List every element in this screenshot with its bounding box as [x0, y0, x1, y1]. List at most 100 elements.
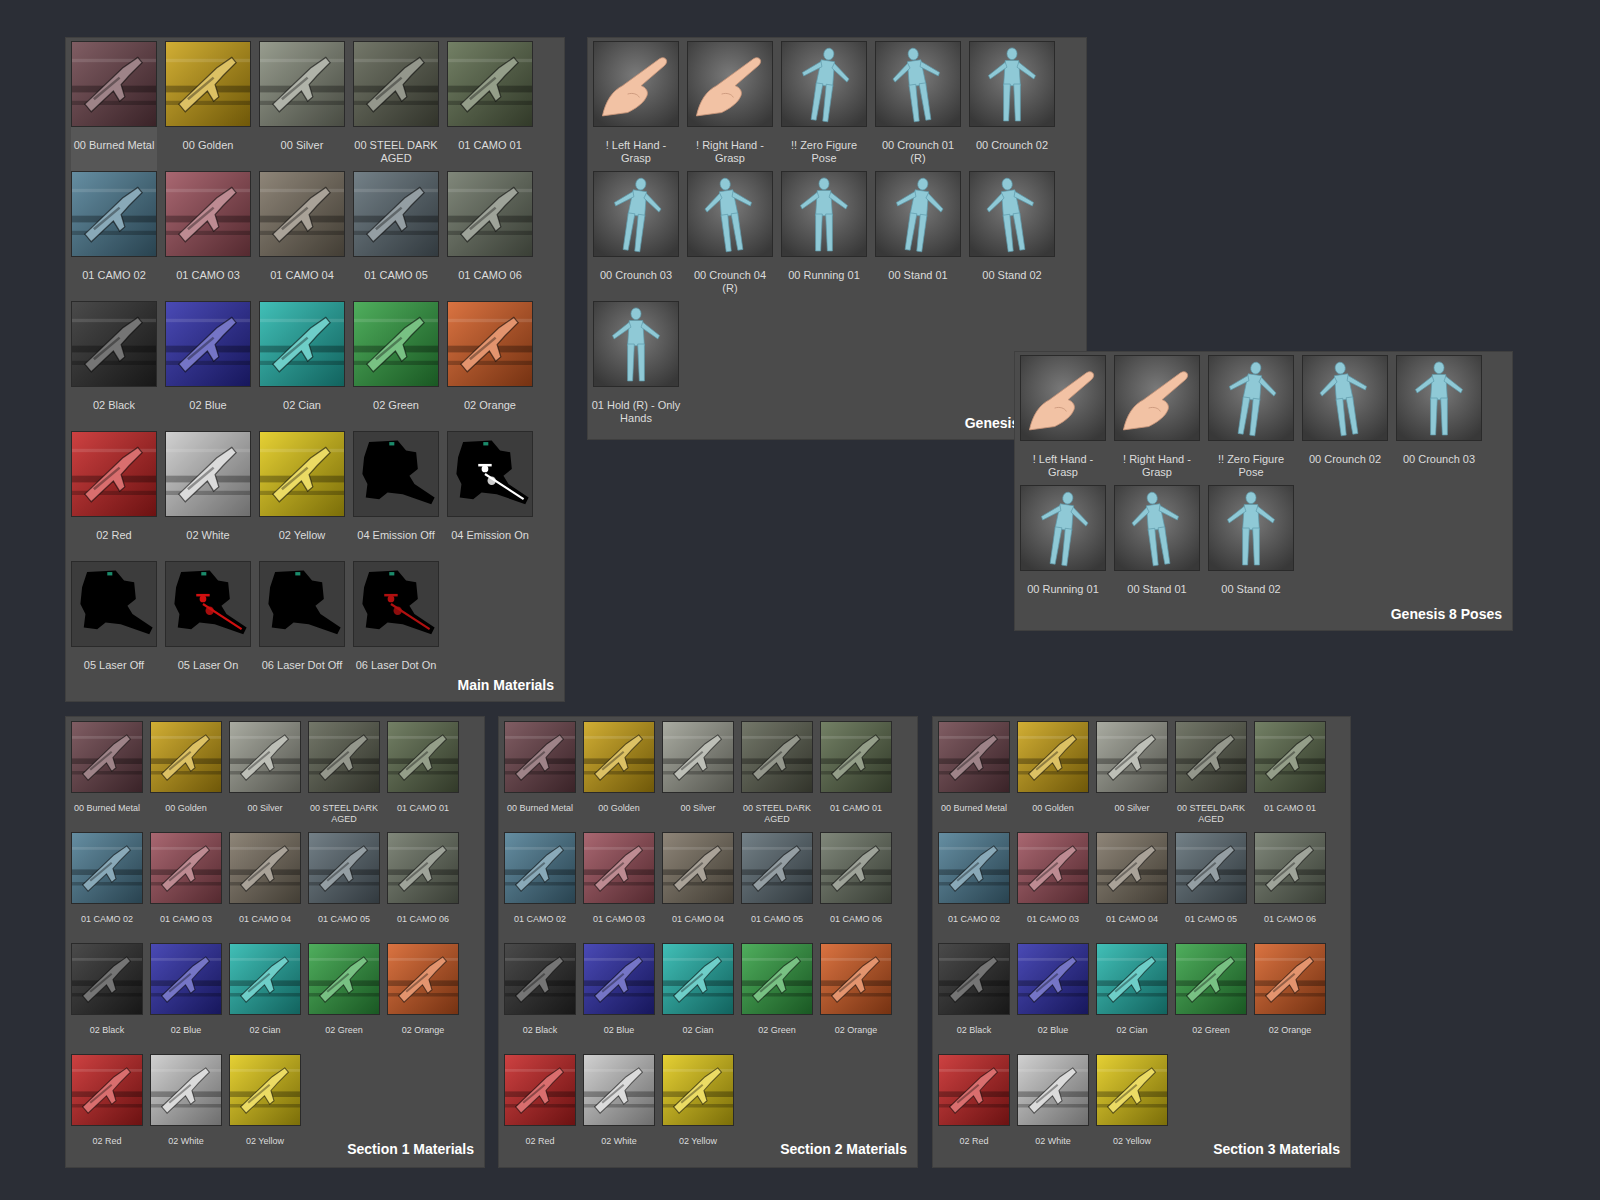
preset-item[interactable]: 01 CAMO 05 — [308, 832, 380, 943]
preset-thumbnail[interactable] — [259, 431, 345, 517]
preset-item[interactable]: 00 Stand 01 — [875, 171, 961, 301]
preset-item[interactable]: 01 CAMO 06 — [387, 832, 459, 943]
preset-item[interactable]: 02 Green — [353, 301, 439, 431]
preset-thumbnail[interactable] — [1254, 721, 1326, 793]
preset-item[interactable]: 00 Crounch 02 — [1302, 355, 1388, 485]
preset-thumbnail[interactable] — [938, 943, 1010, 1015]
preset-item[interactable]: 05 Laser On — [165, 561, 251, 691]
preset-item[interactable]: 01 CAMO 02 — [71, 171, 157, 301]
preset-thumbnail[interactable] — [165, 41, 251, 127]
preset-item[interactable]: 02 Black — [504, 943, 576, 1054]
preset-item[interactable]: 00 Burned Metal — [938, 721, 1010, 832]
preset-item[interactable]: 02 Red — [71, 431, 157, 561]
preset-thumbnail[interactable] — [165, 561, 251, 647]
preset-item[interactable]: 01 CAMO 03 — [583, 832, 655, 943]
preset-item[interactable]: 02 Blue — [165, 301, 251, 431]
preset-thumbnail[interactable] — [1302, 355, 1388, 441]
preset-thumbnail[interactable] — [71, 832, 143, 904]
preset-item[interactable]: ! Right Hand - Grasp — [1114, 355, 1200, 485]
preset-item[interactable]: 01 CAMO 06 — [1254, 832, 1326, 943]
preset-thumbnail[interactable] — [150, 721, 222, 793]
preset-item[interactable]: 02 Blue — [583, 943, 655, 1054]
preset-thumbnail[interactable] — [1175, 943, 1247, 1015]
preset-item[interactable]: 01 CAMO 02 — [71, 832, 143, 943]
preset-thumbnail[interactable] — [781, 171, 867, 257]
preset-item[interactable]: 00 Crounch 03 — [593, 171, 679, 301]
preset-item[interactable]: 02 Blue — [1017, 943, 1089, 1054]
preset-thumbnail[interactable] — [741, 721, 813, 793]
preset-thumbnail[interactable] — [1175, 721, 1247, 793]
preset-item[interactable]: 01 CAMO 02 — [938, 832, 1010, 943]
preset-thumbnail[interactable] — [1020, 355, 1106, 441]
preset-thumbnail[interactable] — [1396, 355, 1482, 441]
preset-thumbnail[interactable] — [583, 1054, 655, 1126]
preset-thumbnail[interactable] — [1017, 1054, 1089, 1126]
preset-item[interactable]: !! Zero Figure Pose — [1208, 355, 1294, 485]
preset-item[interactable]: 01 CAMO 05 — [353, 171, 439, 301]
preset-thumbnail[interactable] — [820, 721, 892, 793]
preset-thumbnail[interactable] — [583, 832, 655, 904]
preset-item[interactable]: 01 CAMO 01 — [1254, 721, 1326, 832]
preset-thumbnail[interactable] — [687, 171, 773, 257]
preset-thumbnail[interactable] — [938, 721, 1010, 793]
preset-thumbnail[interactable] — [741, 943, 813, 1015]
preset-item[interactable]: 02 Cian — [662, 943, 734, 1054]
preset-thumbnail[interactable] — [387, 943, 459, 1015]
preset-thumbnail[interactable] — [447, 431, 533, 517]
preset-item[interactable]: 02 Green — [741, 943, 813, 1054]
preset-thumbnail[interactable] — [150, 943, 222, 1015]
preset-item[interactable]: 01 CAMO 04 — [229, 832, 301, 943]
preset-thumbnail[interactable] — [662, 832, 734, 904]
preset-thumbnail[interactable] — [1114, 485, 1200, 571]
preset-item[interactable]: 05 Laser Off — [71, 561, 157, 691]
preset-item[interactable]: 00 Crounch 03 — [1396, 355, 1482, 485]
preset-thumbnail[interactable] — [875, 171, 961, 257]
preset-item[interactable]: 02 Green — [308, 943, 380, 1054]
preset-item[interactable]: 00 Silver — [1096, 721, 1168, 832]
preset-item[interactable]: 00 Golden — [583, 721, 655, 832]
preset-thumbnail[interactable] — [504, 832, 576, 904]
preset-thumbnail[interactable] — [229, 943, 301, 1015]
preset-item[interactable]: 00 Stand 01 — [1114, 485, 1200, 615]
preset-thumbnail[interactable] — [229, 721, 301, 793]
preset-item[interactable]: 02 Red — [71, 1054, 143, 1165]
preset-item[interactable]: 02 Red — [504, 1054, 576, 1165]
preset-item[interactable]: 00 STEEL DARK AGED — [741, 721, 813, 832]
preset-item[interactable]: 01 CAMO 01 — [387, 721, 459, 832]
preset-thumbnail[interactable] — [165, 431, 251, 517]
preset-item[interactable]: 00 Crounch 02 — [969, 41, 1055, 171]
preset-thumbnail[interactable] — [308, 943, 380, 1015]
preset-item[interactable]: 02 Orange — [387, 943, 459, 1054]
preset-item[interactable]: 02 Orange — [447, 301, 533, 431]
preset-thumbnail[interactable] — [1175, 832, 1247, 904]
preset-thumbnail[interactable] — [1114, 355, 1200, 441]
preset-item[interactable]: 02 Cian — [229, 943, 301, 1054]
preset-thumbnail[interactable] — [1208, 355, 1294, 441]
preset-item[interactable]: 02 White — [165, 431, 251, 561]
preset-item[interactable]: 04 Emission Off — [353, 431, 439, 561]
preset-thumbnail[interactable] — [1017, 943, 1089, 1015]
preset-item[interactable]: 02 Yellow — [229, 1054, 301, 1165]
preset-item[interactable]: ! Left Hand - Grasp — [593, 41, 679, 171]
preset-thumbnail[interactable] — [820, 943, 892, 1015]
preset-item[interactable]: 02 Yellow — [1096, 1054, 1168, 1165]
preset-thumbnail[interactable] — [1017, 832, 1089, 904]
preset-thumbnail[interactable] — [1254, 943, 1326, 1015]
preset-thumbnail[interactable] — [71, 41, 157, 127]
preset-thumbnail[interactable] — [165, 301, 251, 387]
preset-item[interactable]: 00 Golden — [1017, 721, 1089, 832]
preset-thumbnail[interactable] — [71, 171, 157, 257]
preset-item[interactable]: 01 CAMO 04 — [662, 832, 734, 943]
preset-thumbnail[interactable] — [593, 171, 679, 257]
preset-item[interactable]: 01 CAMO 03 — [1017, 832, 1089, 943]
preset-thumbnail[interactable] — [353, 301, 439, 387]
preset-item[interactable]: 02 Orange — [1254, 943, 1326, 1054]
preset-thumbnail[interactable] — [353, 431, 439, 517]
preset-item[interactable]: 00 STEEL DARK AGED — [1175, 721, 1247, 832]
preset-thumbnail[interactable] — [969, 41, 1055, 127]
preset-item[interactable]: 00 Running 01 — [1020, 485, 1106, 615]
preset-thumbnail[interactable] — [308, 721, 380, 793]
preset-thumbnail[interactable] — [447, 301, 533, 387]
preset-item[interactable]: 00 Burned Metal — [504, 721, 576, 832]
preset-thumbnail[interactable] — [969, 171, 1055, 257]
